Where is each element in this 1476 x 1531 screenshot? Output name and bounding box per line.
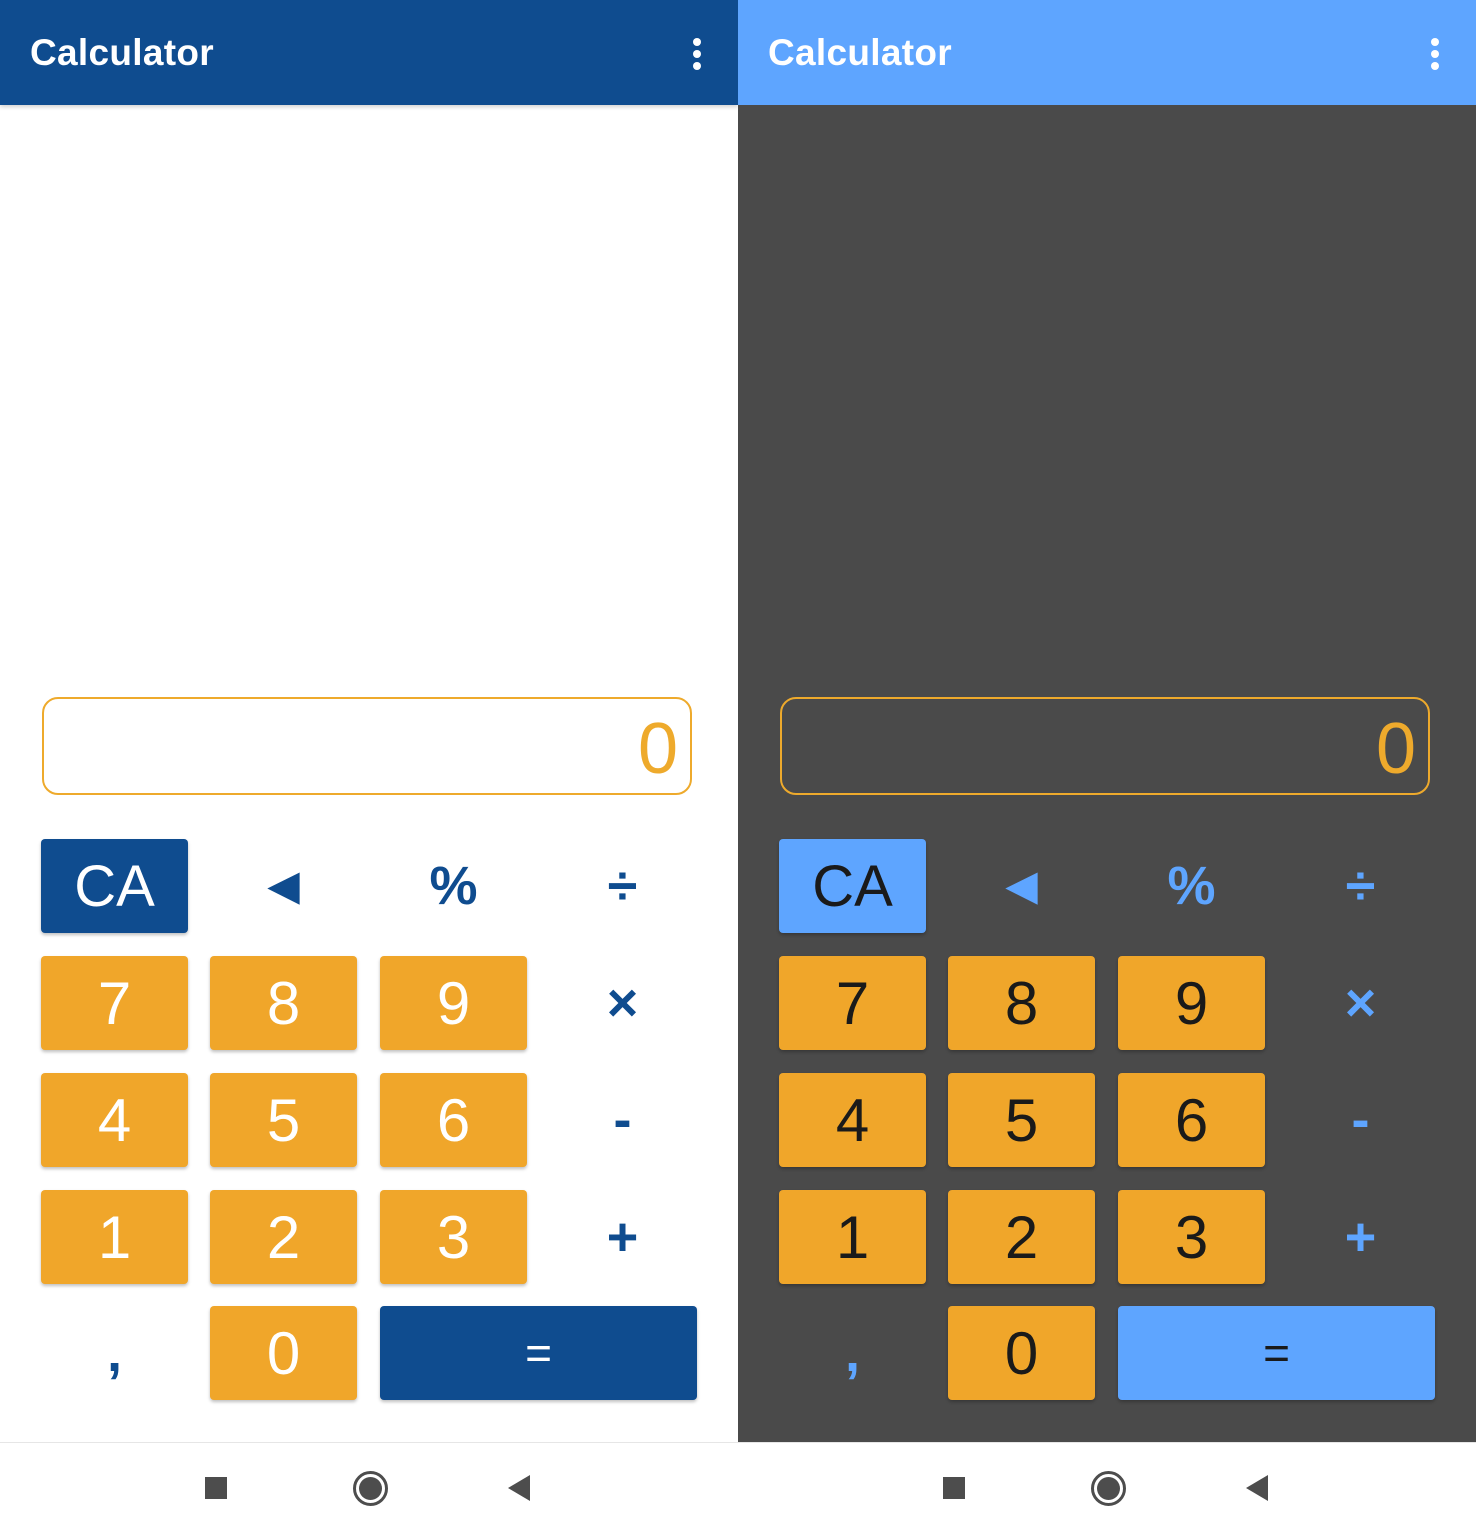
digit-6-button[interactable]: 6 xyxy=(1118,1073,1265,1167)
digit-9-button[interactable]: 9 xyxy=(1118,956,1265,1050)
app-bar: Calculator xyxy=(0,0,738,105)
digit-3-button[interactable]: 3 xyxy=(380,1190,527,1284)
clear-all-button[interactable]: CA xyxy=(41,839,188,933)
equals-button[interactable]: = xyxy=(380,1306,697,1400)
plus-button[interactable]: + xyxy=(1287,1190,1434,1284)
digit-2-button[interactable]: 2 xyxy=(948,1190,1095,1284)
app-title: Calculator xyxy=(30,32,214,73)
digit-2-button[interactable]: 2 xyxy=(210,1190,357,1284)
digit-8-button[interactable]: 8 xyxy=(948,956,1095,1050)
digit-7-button[interactable]: 7 xyxy=(779,956,926,1050)
digit-7-button[interactable]: 7 xyxy=(41,956,188,1050)
plus-button[interactable]: + xyxy=(549,1190,696,1284)
system-nav-bar xyxy=(0,1442,738,1531)
home-circle-icon[interactable] xyxy=(353,1471,388,1506)
divide-button[interactable]: ÷ xyxy=(549,839,696,933)
back-triangle-icon[interactable] xyxy=(1246,1475,1268,1501)
percent-button[interactable]: % xyxy=(1118,839,1265,933)
clear-all-button[interactable]: CA xyxy=(779,839,926,933)
multiply-button[interactable]: × xyxy=(549,956,696,1050)
digit-9-button[interactable]: 9 xyxy=(380,956,527,1050)
digit-8-button[interactable]: 8 xyxy=(210,956,357,1050)
system-nav-bar xyxy=(738,1442,1476,1531)
digit-5-button[interactable]: 5 xyxy=(210,1073,357,1167)
digit-6-button[interactable]: 6 xyxy=(380,1073,527,1167)
recents-square-icon[interactable] xyxy=(205,1477,227,1499)
decimal-comma-button[interactable]: , xyxy=(41,1306,188,1400)
multiply-button[interactable]: × xyxy=(1287,956,1434,1050)
app-bar: Calculator xyxy=(738,0,1476,105)
back-triangle-icon[interactable] xyxy=(508,1475,530,1501)
more-vertical-icon[interactable] xyxy=(682,34,712,74)
dark-theme-screen: Calculator 0 CA ◄ % ÷ 7 8 9 × 4 5 6 - 1 … xyxy=(738,0,1476,1531)
result-display: 0 xyxy=(42,697,692,795)
divide-button[interactable]: ÷ xyxy=(1287,839,1434,933)
digit-1-button[interactable]: 1 xyxy=(779,1190,926,1284)
equals-button[interactable]: = xyxy=(1118,1306,1435,1400)
digit-4-button[interactable]: 4 xyxy=(779,1073,926,1167)
backspace-button[interactable]: ◄ xyxy=(948,839,1095,933)
digit-3-button[interactable]: 3 xyxy=(1118,1190,1265,1284)
percent-button[interactable]: % xyxy=(380,839,527,933)
light-theme-screen: Calculator 0 CA ◄ % ÷ 7 8 9 × 4 5 6 - 1 … xyxy=(0,0,738,1531)
backspace-button[interactable]: ◄ xyxy=(210,839,357,933)
home-circle-icon[interactable] xyxy=(1091,1471,1126,1506)
digit-0-button[interactable]: 0 xyxy=(948,1306,1095,1400)
more-vertical-icon[interactable] xyxy=(1420,34,1450,74)
recents-square-icon[interactable] xyxy=(943,1477,965,1499)
minus-button[interactable]: - xyxy=(1287,1073,1434,1167)
decimal-comma-button[interactable]: , xyxy=(779,1306,926,1400)
digit-5-button[interactable]: 5 xyxy=(948,1073,1095,1167)
display-value: 0 xyxy=(637,709,678,789)
display-value: 0 xyxy=(1375,709,1416,789)
digit-0-button[interactable]: 0 xyxy=(210,1306,357,1400)
app-title: Calculator xyxy=(768,32,952,73)
minus-button[interactable]: - xyxy=(549,1073,696,1167)
digit-4-button[interactable]: 4 xyxy=(41,1073,188,1167)
digit-1-button[interactable]: 1 xyxy=(41,1190,188,1284)
result-display: 0 xyxy=(780,697,1430,795)
